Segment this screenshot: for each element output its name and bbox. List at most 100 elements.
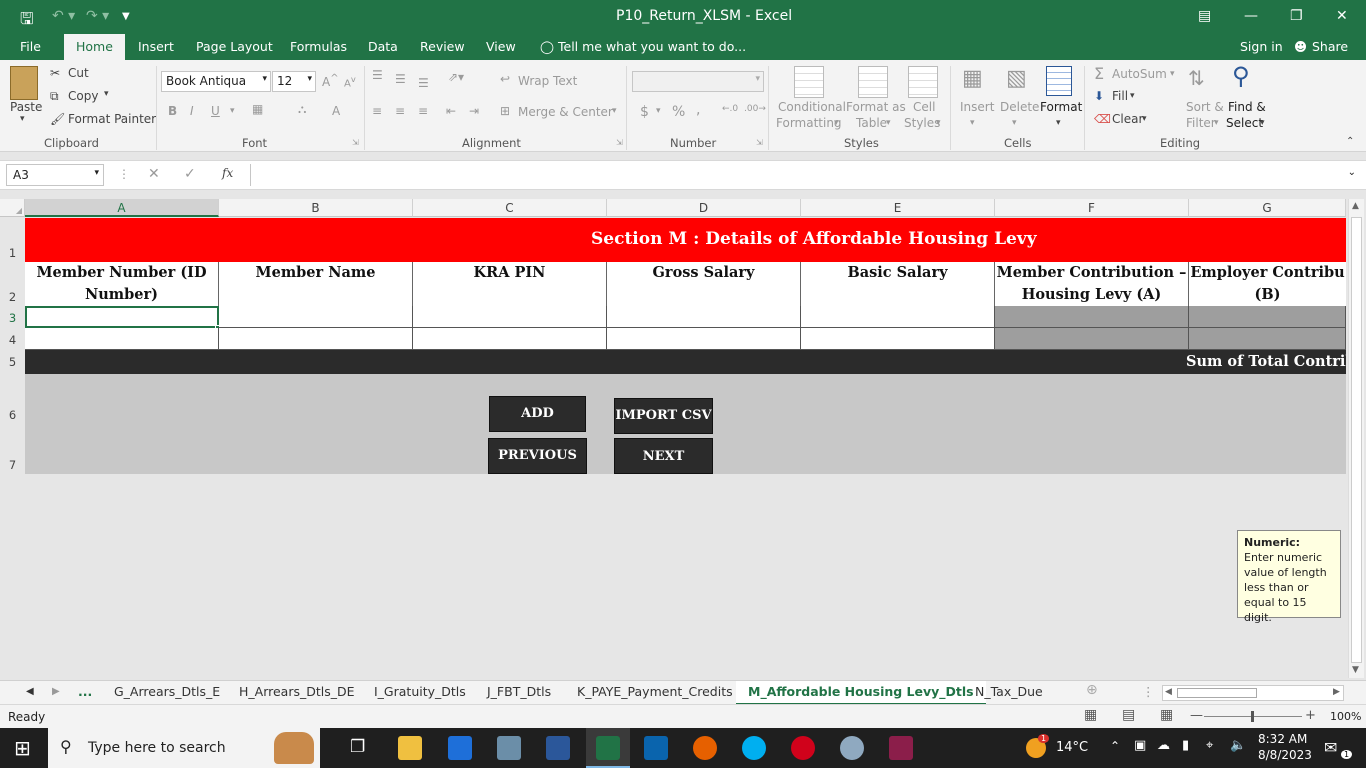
align-right-icon[interactable]: ≡ bbox=[418, 104, 428, 118]
row-header-3[interactable]: 3 bbox=[0, 311, 25, 325]
paste-button[interactable]: Paste bbox=[10, 100, 42, 114]
scroll-down-icon[interactable]: ▼ bbox=[1352, 665, 1359, 675]
merge-dropdown-icon[interactable]: ▾ bbox=[612, 106, 617, 116]
vertical-scrollbar[interactable]: ▲ ▼ bbox=[1348, 199, 1364, 678]
row-header-5[interactable]: 5 bbox=[0, 355, 25, 369]
next-button[interactable]: NEXT bbox=[614, 438, 713, 474]
column-header-e[interactable]: E bbox=[801, 199, 995, 217]
fill-color-icon[interactable]: ⛬ bbox=[298, 102, 306, 117]
sort-filter-label-2[interactable]: Filter bbox=[1186, 116, 1216, 130]
bold-button[interactable]: B bbox=[168, 104, 177, 118]
insert-function-button[interactable]: fx bbox=[222, 166, 233, 180]
italic-button[interactable]: I bbox=[190, 104, 194, 118]
tab-scroll-left-icon[interactable]: ◀ bbox=[26, 686, 34, 697]
header-gross-salary[interactable]: Gross Salary bbox=[607, 262, 801, 306]
tab-split-handle-icon[interactable]: ⋮ bbox=[1142, 684, 1155, 699]
copy-button[interactable]: Copy bbox=[68, 89, 98, 103]
magnifier-icon[interactable]: ⚲ bbox=[1232, 62, 1250, 90]
customize-qat-icon[interactable]: ▼ bbox=[122, 11, 130, 22]
paste-dropdown-icon[interactable]: ▾ bbox=[20, 114, 25, 124]
tray-chevron-icon[interactable]: ⌃ bbox=[1110, 739, 1120, 753]
cell-e3[interactable] bbox=[801, 306, 995, 328]
delete-dropdown-icon[interactable]: ▾ bbox=[1012, 118, 1017, 128]
underline-dropdown-icon[interactable]: ▾ bbox=[230, 106, 235, 116]
clear-dropdown-icon[interactable]: ▾ bbox=[1142, 114, 1147, 124]
previous-button[interactable]: PREVIOUS bbox=[488, 438, 587, 474]
tab-home[interactable]: Home bbox=[64, 34, 125, 60]
cell-e4[interactable] bbox=[801, 328, 995, 350]
sheet-tab-m-affordable-housing[interactable]: M_Affordable Housing Levy_Dtls bbox=[736, 681, 986, 705]
tab-formulas[interactable]: Formulas bbox=[290, 39, 347, 54]
task-view-icon[interactable]: ❐ bbox=[350, 737, 365, 757]
formula-input[interactable]: ⌄ bbox=[250, 164, 1360, 186]
column-header-g[interactable]: G bbox=[1189, 199, 1346, 217]
conditional-dropdown-icon[interactable]: ▾ bbox=[834, 118, 839, 128]
conditional-formatting-label[interactable]: Conditional bbox=[778, 100, 846, 114]
column-header-f[interactable]: F bbox=[995, 199, 1189, 217]
temperature[interactable]: 14°C bbox=[1056, 740, 1088, 755]
header-kra-pin[interactable]: KRA PIN bbox=[413, 262, 607, 306]
add-rows-button[interactable]: ADD ROW(S) bbox=[489, 396, 586, 455]
cell-d4[interactable] bbox=[607, 328, 801, 350]
find-dropdown-icon[interactable]: ▾ bbox=[1260, 118, 1265, 128]
increase-font-icon[interactable]: A^ bbox=[322, 73, 339, 89]
sheet-tab-k-paye[interactable]: K_PAYE_Payment_Credits bbox=[577, 684, 733, 699]
row-header-1[interactable]: 1 bbox=[0, 246, 25, 260]
column-header-a[interactable]: A bbox=[25, 199, 219, 217]
taskbar-search-box[interactable]: ⚲ Type here to search bbox=[48, 728, 320, 768]
share-button[interactable]: Share bbox=[1312, 39, 1348, 54]
row-header-2[interactable]: 2 bbox=[0, 290, 25, 304]
select-all-corner[interactable]: ◢ bbox=[0, 199, 25, 217]
merge-center-button[interactable]: Merge & Center bbox=[518, 105, 613, 119]
conditional-formatting-icon[interactable] bbox=[794, 66, 824, 98]
header-member-number[interactable]: Member Number (ID Number) bbox=[25, 262, 219, 306]
font-size-dropdown[interactable]: 12 ▾ bbox=[272, 71, 316, 92]
comma-button[interactable]: , bbox=[696, 102, 700, 118]
header-basic-salary[interactable]: Basic Salary bbox=[801, 262, 995, 306]
vertical-scroll-thumb[interactable] bbox=[1351, 217, 1362, 663]
sign-in-link[interactable]: Sign in bbox=[1240, 39, 1283, 54]
restore-icon[interactable]: ❐ bbox=[1290, 8, 1303, 24]
page-layout-view-icon[interactable]: ▤ bbox=[1122, 707, 1135, 723]
wrap-text-button[interactable]: Wrap Text bbox=[518, 74, 577, 88]
action-center-icon[interactable]: ✉ bbox=[1324, 738, 1337, 757]
tell-me-input[interactable]: Tell me what you want to do... bbox=[558, 39, 746, 54]
format-as-table-dropdown-icon[interactable]: ▾ bbox=[886, 118, 891, 128]
autosum-dropdown-icon[interactable]: ▾ bbox=[1170, 69, 1175, 79]
header-member-name[interactable]: Member Name bbox=[219, 262, 413, 306]
firefox-icon[interactable] bbox=[693, 736, 717, 760]
format-as-table-label[interactable]: Format as bbox=[846, 100, 906, 114]
wifi-icon[interactable]: ⌖ bbox=[1206, 738, 1213, 753]
clear-button[interactable]: Clear bbox=[1112, 112, 1143, 126]
cell-d3[interactable] bbox=[607, 306, 801, 328]
clock-date[interactable]: 8/8/2023 bbox=[1258, 748, 1312, 762]
currency-button[interactable]: $ bbox=[640, 104, 649, 120]
cut-button[interactable]: Cut bbox=[68, 66, 89, 80]
cancel-icon[interactable]: ✕ bbox=[148, 166, 160, 182]
enter-icon[interactable]: ✓ bbox=[184, 166, 196, 182]
find-select-label-2[interactable]: Select bbox=[1226, 116, 1263, 130]
undo-icon[interactable]: ↶ ▾ bbox=[52, 8, 75, 24]
increase-indent-icon[interactable]: ⇥ bbox=[469, 104, 479, 118]
delete-cells-icon[interactable]: ▧ bbox=[1006, 66, 1027, 91]
tab-file[interactable]: File bbox=[20, 39, 41, 54]
name-box[interactable]: A3 ▾ bbox=[6, 164, 104, 186]
font-dialog-launcher-icon[interactable]: ⇲ bbox=[352, 138, 359, 147]
close-icon[interactable]: ✕ bbox=[1336, 8, 1348, 24]
cell-styles-label-2[interactable]: Styles bbox=[904, 116, 940, 130]
cell-f3[interactable] bbox=[995, 306, 1189, 328]
fill-button[interactable]: Fill bbox=[1112, 89, 1128, 103]
percent-button[interactable]: % bbox=[672, 104, 685, 120]
outlook-icon[interactable] bbox=[644, 736, 668, 760]
save-icon[interactable]: 🖫 bbox=[20, 8, 34, 35]
fill-dropdown-icon[interactable]: ▾ bbox=[1130, 91, 1135, 101]
decrease-indent-icon[interactable]: ⇤ bbox=[446, 104, 456, 118]
row-header-4[interactable]: 4 bbox=[0, 333, 25, 347]
sort-filter-icon[interactable]: ⇅ bbox=[1188, 66, 1205, 90]
tab-view[interactable]: View bbox=[486, 39, 516, 54]
horizontal-scrollbar[interactable]: ◀ ▶ bbox=[1162, 685, 1344, 701]
cell-f4[interactable] bbox=[995, 328, 1189, 350]
zoom-slider-thumb[interactable] bbox=[1251, 711, 1254, 722]
alignment-dialog-launcher-icon[interactable]: ⇲ bbox=[616, 138, 623, 147]
cell-styles-dropdown-icon[interactable]: ▾ bbox=[936, 118, 941, 128]
